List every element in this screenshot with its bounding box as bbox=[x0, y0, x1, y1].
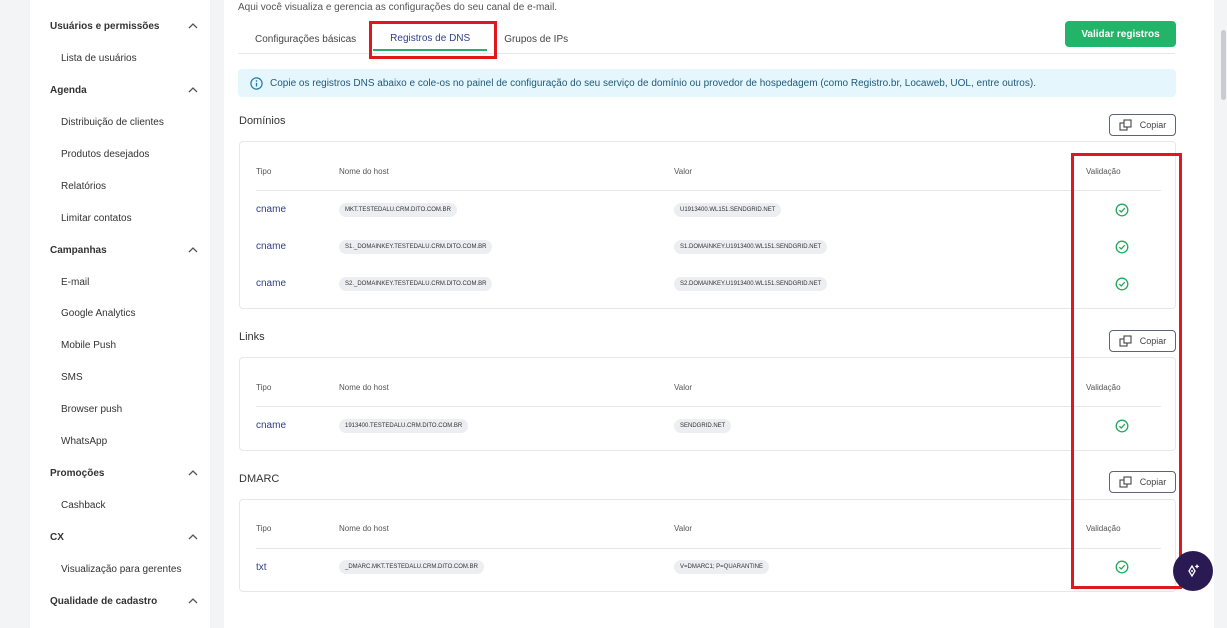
highlight-box-validation-column bbox=[1071, 153, 1182, 589]
sidebar-item-label: SMS bbox=[61, 371, 83, 383]
tab-grupos-ips[interactable]: Grupos de IPs bbox=[487, 27, 585, 51]
sidebar-item-label: Mobile Push bbox=[61, 339, 117, 351]
sidebar-item-mobile-push[interactable]: Mobile Push bbox=[61, 336, 116, 354]
highlight-box-dns-tab bbox=[369, 21, 497, 59]
chevron-up-icon[interactable] bbox=[186, 19, 200, 33]
copy-icon bbox=[1119, 119, 1132, 131]
sidebar-item-whatsapp[interactable]: WhatsApp bbox=[61, 432, 107, 450]
cell-value: S2.DOMAINKEY.U1913400.WL151.SENDGRID.NET bbox=[674, 277, 828, 291]
cell-type: cname bbox=[256, 420, 287, 431]
validate-records-button[interactable]: Validar registros bbox=[1065, 21, 1176, 47]
info-banner: Copie os registros DNS abaixo e cole-os … bbox=[238, 69, 1176, 97]
sidebar-item-lista-usuarios[interactable]: Lista de usuários bbox=[61, 49, 137, 67]
table-dominios: Tipo Nome do host Valor Validação cname … bbox=[239, 141, 1176, 309]
cell-type: cname bbox=[256, 278, 287, 289]
sidebar-item-relatorios[interactable]: Relatórios bbox=[61, 177, 106, 195]
col-header-host: Nome do host bbox=[339, 167, 389, 176]
col-header-type: Tipo bbox=[256, 383, 272, 392]
sidebar-item-label: Distribuição de clientes bbox=[61, 116, 164, 128]
sidebar-item-label: Limitar contatos bbox=[61, 212, 132, 224]
sidebar-item-label: Visualização para gerentes bbox=[61, 563, 182, 575]
cell-host: MKT.TESTEDALU.CRM.DITO.COM.BR bbox=[339, 203, 457, 217]
cell-host: S2._DOMAINKEY.TESTEDALU.CRM.DITO.COM.BR bbox=[339, 277, 493, 291]
cell-host: S1._DOMAINKEY.TESTEDALU.CRM.DITO.COM.BR bbox=[339, 240, 493, 254]
sidebar: Usuários e permissões Lista de usuários … bbox=[30, 0, 210, 628]
col-header-value: Valor bbox=[674, 167, 693, 176]
table-links: Tipo Nome do host Valor Validação cname … bbox=[239, 357, 1176, 451]
cell-type: cname bbox=[256, 204, 287, 215]
sidebar-item-label: E-mail bbox=[61, 276, 90, 288]
cell-value: U1913400.WL151.SENDGRID.NET bbox=[674, 203, 782, 217]
chevron-up-icon[interactable] bbox=[186, 530, 200, 544]
sidebar-section-usuarios[interactable]: Usuários e permissões bbox=[50, 16, 200, 36]
sidebar-section-label: Usuários e permissões bbox=[50, 20, 160, 32]
sidebar-section-cx[interactable]: CX bbox=[50, 527, 200, 547]
col-header-type: Tipo bbox=[256, 167, 272, 176]
cell-host: _DMARC.MKT.TESTEDALU.CRM.DITO.COM.BR bbox=[339, 560, 484, 574]
page-subtitle: Aqui você visualiza e gerencia as config… bbox=[238, 2, 558, 13]
sidebar-item-label: Produtos desejados bbox=[61, 148, 150, 160]
sidebar-section-label: Qualidade de cadastro bbox=[50, 595, 158, 607]
sidebar-item-produtos[interactable]: Produtos desejados bbox=[61, 145, 149, 163]
cell-type: cname bbox=[256, 241, 287, 252]
cell-value: S1.DOMAINKEY.U1913400.WL151.SENDGRID.NET bbox=[674, 240, 828, 254]
sparkle-icon bbox=[1188, 564, 1200, 578]
info-icon bbox=[250, 76, 263, 90]
scrollbar-thumb[interactable] bbox=[1221, 30, 1226, 100]
header-divider bbox=[256, 190, 1161, 191]
sidebar-item-label: Google Analytics bbox=[61, 307, 136, 319]
tab-configuracoes-basicas[interactable]: Configurações básicas bbox=[238, 27, 373, 51]
ai-assistant-button[interactable] bbox=[1173, 551, 1213, 591]
sidebar-section-label: Agenda bbox=[50, 84, 87, 96]
sidebar-item-label: Browser push bbox=[61, 403, 123, 415]
col-header-value: Valor bbox=[674, 383, 693, 392]
sidebar-item-limitar[interactable]: Limitar contatos bbox=[61, 209, 132, 227]
info-text: Copie os registros DNS abaixo e cole-os … bbox=[270, 77, 1036, 89]
copy-label: Copiar bbox=[1139, 120, 1167, 130]
sidebar-section-label: Promoções bbox=[50, 467, 105, 479]
header-divider bbox=[256, 406, 1161, 407]
col-header-host: Nome do host bbox=[339, 383, 389, 392]
sidebar-item-label: Lista de usuários bbox=[61, 52, 137, 64]
sidebar-item-label: WhatsApp bbox=[61, 435, 108, 447]
sidebar-item-cashback[interactable]: Cashback bbox=[61, 496, 105, 514]
table-dmarc: Tipo Nome do host Valor Validação txt _D… bbox=[239, 499, 1176, 592]
col-header-host: Nome do host bbox=[339, 524, 389, 533]
sidebar-item-google-analytics[interactable]: Google Analytics bbox=[61, 304, 136, 322]
cell-value: SENDGRID.NET bbox=[674, 419, 732, 433]
main-panel: Aqui você visualiza e gerencia as config… bbox=[224, 0, 1214, 628]
chevron-up-icon[interactable] bbox=[186, 243, 200, 257]
copy-button-dominios[interactable]: Copiar bbox=[1109, 114, 1176, 136]
section-title-dmarc: DMARC bbox=[239, 473, 280, 485]
section-title-links: Links bbox=[239, 331, 265, 343]
chevron-up-icon[interactable] bbox=[186, 466, 200, 480]
sidebar-section-label: Campanhas bbox=[50, 244, 107, 256]
col-header-type: Tipo bbox=[256, 524, 272, 533]
sidebar-section-campanhas[interactable]: Campanhas bbox=[50, 240, 200, 260]
sidebar-item-sms[interactable]: SMS bbox=[61, 368, 83, 386]
section-title-dominios: Domínios bbox=[239, 115, 286, 127]
sidebar-section-agenda[interactable]: Agenda bbox=[50, 80, 200, 100]
sidebar-item-distribuicao[interactable]: Distribuição de clientes bbox=[61, 113, 164, 131]
chevron-up-icon[interactable] bbox=[186, 594, 200, 608]
cell-host: 1913400.TESTEDALU.CRM.DITO.COM.BR bbox=[339, 419, 469, 433]
sidebar-section-promocoes[interactable]: Promoções bbox=[50, 463, 200, 483]
sidebar-section-label: CX bbox=[50, 531, 64, 543]
sidebar-item-email[interactable]: E-mail bbox=[61, 273, 89, 291]
sidebar-item-visualizacao-gerentes[interactable]: Visualização para gerentes bbox=[61, 560, 181, 578]
cell-type: txt bbox=[256, 562, 267, 573]
sidebar-section-qualidade[interactable]: Qualidade de cadastro bbox=[50, 591, 200, 611]
cell-value: V=DMARC1; P=QUARANTINE bbox=[674, 560, 770, 574]
sidebar-item-label: Relatórios bbox=[61, 180, 107, 192]
sidebar-item-label: Cashback bbox=[61, 499, 106, 511]
header-divider bbox=[256, 548, 1161, 549]
col-header-value: Valor bbox=[674, 524, 693, 533]
chevron-up-icon[interactable] bbox=[186, 83, 200, 97]
sidebar-item-browser-push[interactable]: Browser push bbox=[61, 400, 122, 418]
